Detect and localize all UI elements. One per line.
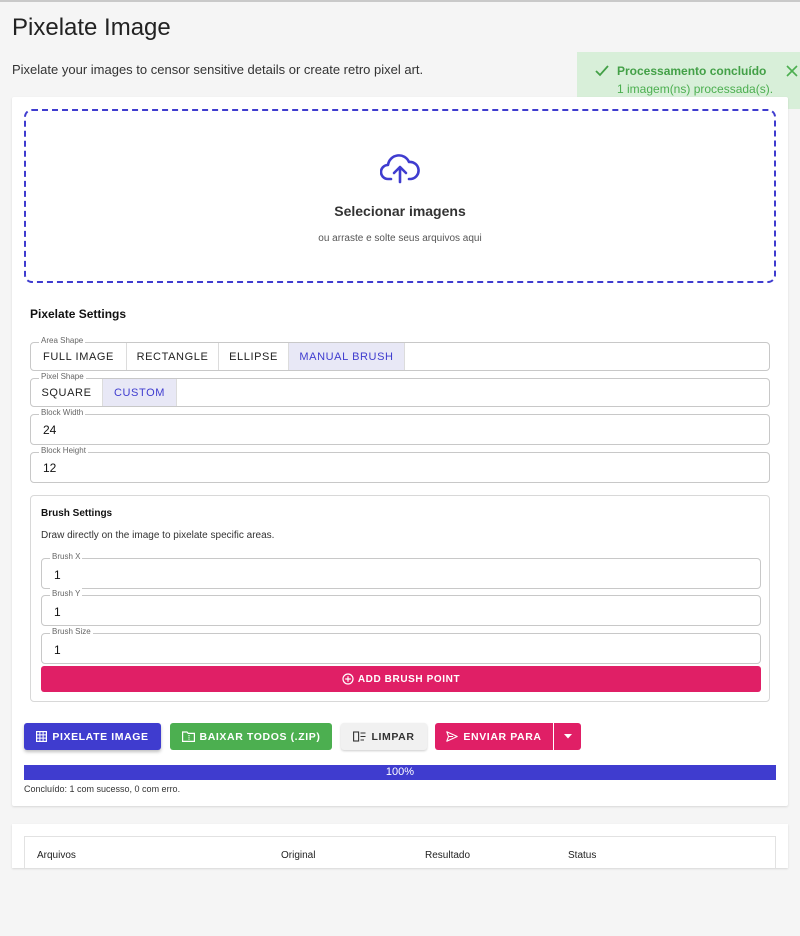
send-to-button[interactable]: ENVIAR PARA (435, 723, 553, 750)
column-header-status: Status (568, 850, 597, 861)
page-title: Pixelate Image (12, 14, 171, 41)
block-height-label: Block Height (39, 445, 88, 457)
brush-y-label: Brush Y (50, 588, 83, 600)
download-zip-button[interactable]: BAIXAR TODOS (.ZIP) (170, 723, 332, 750)
pixelate-image-label: PIXELATE IMAGE (52, 730, 149, 743)
pixel-shape-group: Pixel Shape SQUARE CUSTOM (30, 371, 770, 407)
block-width-label: Block Width (39, 407, 86, 419)
dropzone-title: Selecionar imagens (334, 203, 466, 219)
progress-percent: 100% (385, 766, 415, 778)
column-header-original: Original (281, 850, 316, 861)
clear-icon (353, 731, 366, 742)
progress-status: Concluído: 1 com sucesso, 0 com erro. (24, 784, 181, 794)
send-icon (446, 731, 459, 742)
brush-size-label: Brush Size (50, 626, 93, 638)
grid-icon (36, 731, 48, 742)
pixel-shape-square[interactable]: SQUARE (31, 379, 103, 406)
brush-x-value: 1 (54, 568, 61, 582)
area-shape-group: Area Shape FULL IMAGE RECTANGLE ELLIPSE … (30, 335, 770, 371)
image-dropzone[interactable]: Selecionar imagens ou arraste e solte se… (24, 109, 776, 283)
area-shape-rectangle[interactable]: RECTANGLE (127, 343, 219, 370)
pixel-shape-custom[interactable]: CUSTOM (103, 379, 177, 406)
brush-y-field[interactable]: Brush Y 1 (41, 588, 761, 626)
page-subtitle: Pixelate your images to censor sensitive… (12, 62, 424, 77)
send-to-label: ENVIAR PARA (463, 730, 542, 743)
area-shape-full-image[interactable]: FULL IMAGE (31, 343, 127, 370)
toast-title: Processamento concluído (617, 64, 767, 78)
clear-button[interactable]: LIMPAR (341, 723, 427, 750)
pixelate-image-button[interactable]: PIXELATE IMAGE (24, 723, 161, 750)
progress-bar: 100% (24, 765, 776, 780)
block-height-field[interactable]: Block Height 12 (30, 445, 770, 483)
brush-x-label: Brush X (50, 551, 83, 563)
brush-y-value: 1 (54, 605, 61, 619)
clear-label: LIMPAR (371, 730, 415, 743)
brush-settings-description: Draw directly on the image to pixelate s… (41, 530, 275, 541)
check-icon (595, 65, 609, 77)
results-table: Arquivos Original Resultado Status (24, 836, 776, 868)
brush-size-field[interactable]: Brush Size 1 (41, 626, 761, 664)
area-shape-manual-brush[interactable]: MANUAL BRUSH (289, 343, 405, 370)
add-brush-point-button[interactable]: ADD BRUSH POINT (41, 666, 761, 692)
caret-down-icon (563, 734, 572, 739)
settings-title: Pixelate Settings (30, 307, 127, 321)
brush-x-field[interactable]: Brush X 1 (41, 551, 761, 589)
dropzone-subtitle: ou arraste e solte seus arquivos aqui (318, 233, 482, 244)
toast-message: 1 imagem(ns) processada(s). (617, 82, 774, 96)
block-width-field[interactable]: Block Width 24 (30, 407, 770, 445)
download-zip-label: BAIXAR TODOS (.ZIP) (199, 730, 321, 743)
results-card: Arquivos Original Resultado Status (12, 824, 788, 868)
column-header-result: Resultado (425, 850, 471, 861)
block-height-value: 12 (43, 461, 57, 475)
block-width-value: 24 (43, 423, 57, 437)
send-to-dropdown-button[interactable] (554, 723, 581, 750)
column-header-files: Arquivos (37, 850, 76, 861)
plus-circle-icon (342, 673, 354, 685)
brush-settings-panel: Brush Settings Draw directly on the imag… (30, 495, 770, 702)
top-border (0, 0, 800, 2)
brush-settings-title: Brush Settings (41, 508, 113, 519)
brush-size-value: 1 (54, 643, 61, 657)
cloud-upload-icon (380, 154, 420, 184)
settings-card: Selecionar imagens ou arraste e solte se… (12, 97, 788, 806)
close-icon[interactable] (785, 64, 799, 78)
add-brush-point-label: ADD BRUSH POINT (357, 673, 461, 685)
area-shape-ellipse[interactable]: ELLIPSE (219, 343, 289, 370)
folder-zip-icon (181, 731, 195, 742)
